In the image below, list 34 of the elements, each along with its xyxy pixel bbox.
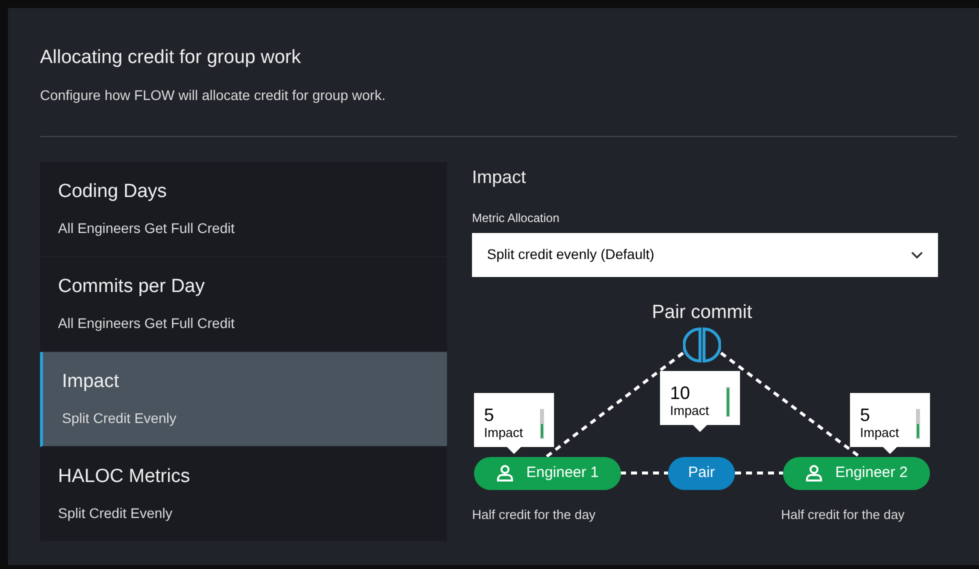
detail-title: Impact <box>472 166 528 189</box>
allocation-dropdown[interactable]: Split credit evenly (Default) <box>472 232 938 276</box>
connector-line <box>620 471 668 474</box>
commit-icon <box>683 326 721 364</box>
metric-name: HALOC Metrics <box>58 464 191 489</box>
metric-item[interactable]: Impact Split Credit Evenly <box>40 352 447 446</box>
metric-allocation: All Engineers Get Full Credit <box>58 314 236 334</box>
metric-name: Impact <box>62 370 120 394</box>
metric-item[interactable]: HALOC Metrics Split Credit Evenly <box>40 446 447 542</box>
metric-allocation: All Engineers Get Full Credit <box>58 219 236 238</box>
connector-line <box>735 471 783 474</box>
pair-node: Pair <box>668 456 735 490</box>
metric-allocation: Split Credit Evenly <box>58 504 174 524</box>
impact-value: 5 <box>860 406 872 424</box>
impact-label: Impact <box>484 426 524 438</box>
metric-allocation: Split Credit Evenly <box>62 409 178 428</box>
impact-label: Impact <box>860 426 900 438</box>
credit-note: Half credit for the day <box>472 506 596 524</box>
page-title: Allocating credit for group work <box>40 46 302 70</box>
person-icon <box>496 464 514 482</box>
page-subtitle: Configure how FLOW will allocate credit for group work. <box>40 86 386 105</box>
impact-label: Impact <box>670 404 710 416</box>
diagram-title: Pair commit <box>650 300 754 324</box>
field-label: Metric Allocation <box>472 210 560 226</box>
engineer-name: Engineer 1 <box>526 462 599 483</box>
credit-note: Half credit for the day <box>781 506 905 524</box>
person-icon <box>805 464 824 482</box>
engineer-name: Engineer 2 <box>835 462 908 483</box>
impact-value: 10 <box>670 384 692 402</box>
chevron-down-icon <box>911 250 923 258</box>
metric-item[interactable]: Coding Days All Engineers Get Full Credit <box>40 162 447 256</box>
impact-value: 5 <box>484 406 496 424</box>
metric-name: Commits per Day <box>58 274 206 299</box>
metric-name: Coding Days <box>58 180 168 204</box>
